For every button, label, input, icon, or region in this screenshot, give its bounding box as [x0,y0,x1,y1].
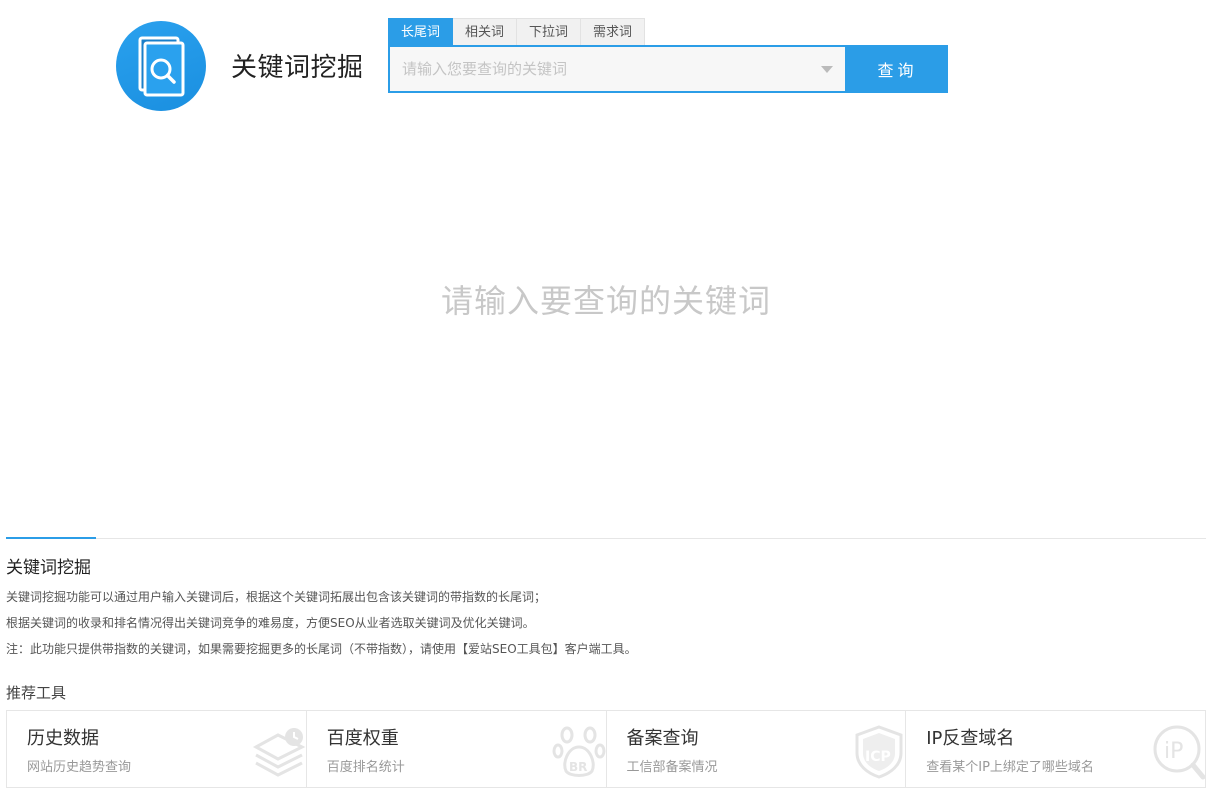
tab-demand[interactable]: 需求词 [581,18,646,45]
description-title: 关键词挖掘 [6,558,91,578]
svg-text:BR: BR [569,760,587,774]
query-button[interactable]: 查询 [847,45,948,93]
search-document-icon [138,36,185,97]
tab-long-tail[interactable]: 长尾词 [388,18,454,45]
svg-text:iP: iP [1164,739,1183,764]
tool-card-history-data[interactable]: 历史数据 网站历史趋势查询 [7,711,307,787]
description-text: 关键词挖掘功能可以通过用户输入关键词后，根据这个关键词拓展出包含该关键词的带指数… [6,584,637,662]
recommended-tools: 历史数据 网站历史趋势查询 百度权重 百度排名统计 BR 备案查询 工信部备案情… [6,710,1206,788]
keyword-search-input[interactable] [390,47,845,91]
logo [116,21,206,111]
section-divider-accent [6,537,96,539]
tool-card-baidu-weight[interactable]: 百度权重 百度排名统计 BR [307,711,607,787]
chevron-down-icon[interactable] [821,66,833,73]
search-box [388,45,847,93]
ip-search-icon: iP [1153,725,1205,780]
description-line: 注：此功能只提供带指数的关键词，如果需要挖掘更多的长尾词（不带指数），请使用【爱… [6,642,637,656]
description-line: 根据关键词的收录和排名情况得出关键词竞争的难易度，方便SEO从业者选取关键词及优… [6,616,535,630]
tab-related[interactable]: 相关词 [453,18,518,45]
page-title: 关键词挖掘 [231,53,364,83]
search-tabs: 长尾词 相关词 下拉词 需求词 [388,18,948,45]
shield-icp-icon: ICP [855,725,903,779]
description-line: 关键词挖掘功能可以通过用户输入关键词后，根据这个关键词拓展出包含该关键词的带指数… [6,590,547,604]
paw-br-icon: BR [552,726,605,777]
tab-dropdown[interactable]: 下拉词 [517,18,582,45]
recommended-tools-title: 推荐工具 [6,684,67,702]
tool-card-icp-lookup[interactable]: 备案查询 工信部备案情况 ICP [607,711,907,787]
tool-card-ip-reverse-domain[interactable]: IP反查域名 查看某个IP上绑定了哪些域名 iP [906,711,1205,787]
stacked-layers-icon [252,728,306,777]
section-divider [6,538,1206,539]
search-row: 查询 [388,45,948,93]
search-panel: 长尾词 相关词 下拉词 需求词 查询 [388,18,948,93]
empty-state-hint: 请输入要查询的关键词 [440,282,771,320]
svg-text:ICP: ICP [865,749,891,765]
